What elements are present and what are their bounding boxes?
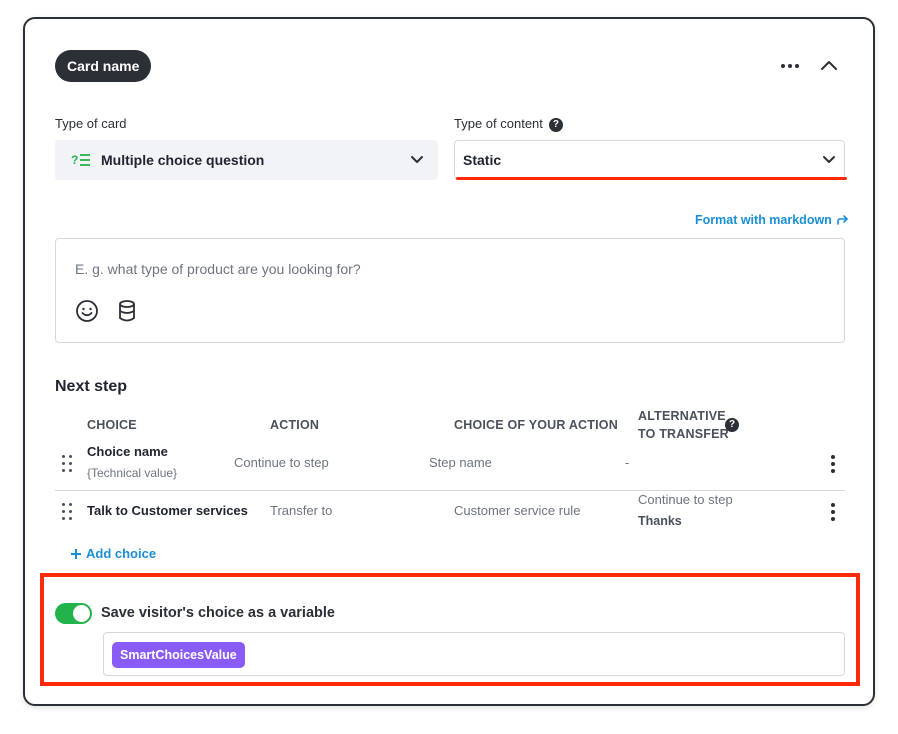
highlight-box <box>40 573 860 686</box>
format-markdown-label: Format with markdown <box>695 213 832 227</box>
chevron-down-icon <box>823 156 835 163</box>
type-of-card-select[interactable]: ? Multiple choice question <box>55 140 438 180</box>
help-icon[interactable]: ? <box>725 418 739 432</box>
row1-menu-button[interactable] <box>830 455 836 473</box>
plus-icon <box>71 548 81 559</box>
drag-handle-icon[interactable] <box>62 455 74 473</box>
svg-text:?: ? <box>71 153 78 167</box>
type-of-content-select[interactable]: Static <box>454 140 845 180</box>
next-step-title: Next step <box>55 378 128 395</box>
chevron-up-icon[interactable] <box>818 55 840 77</box>
row1-technical-value: {Technical value} <box>87 466 178 480</box>
multiple-choice-icon: ? <box>71 153 90 167</box>
highlight-underline <box>456 177 847 180</box>
add-choice-button[interactable]: Add choice <box>70 546 156 561</box>
type-of-card-label: Type of card <box>55 116 127 131</box>
chevron-down-icon <box>411 156 423 163</box>
row1-choice-of-action[interactable]: Step name <box>429 455 492 470</box>
row1-alternative: - <box>625 455 630 470</box>
help-icon[interactable]: ? <box>548 117 563 132</box>
row2-action[interactable]: Transfer to <box>270 503 332 518</box>
emoji-icon[interactable] <box>75 299 99 323</box>
dot <box>781 64 785 68</box>
dot <box>788 64 792 68</box>
arrow-forward-icon <box>837 215 848 225</box>
message-textarea[interactable]: E. g. what type of product are you looki… <box>55 238 845 343</box>
row1-choice[interactable]: Choice name <box>87 444 168 459</box>
row2-alternative-action[interactable]: Continue to step <box>638 492 733 507</box>
dot <box>795 64 799 68</box>
type-of-content-label: Type of content? <box>454 116 563 132</box>
header-alternative-line2: TO TRANSFER <box>638 427 729 441</box>
row2-choice[interactable]: Talk to Customer services <box>87 503 248 518</box>
row1-action[interactable]: Continue to step <box>234 455 329 470</box>
type-of-content-value: Static <box>463 152 502 168</box>
database-icon[interactable] <box>117 299 137 323</box>
drag-handle-icon[interactable] <box>62 503 74 521</box>
row-divider <box>55 490 845 491</box>
card-name-badge[interactable]: Card name <box>55 50 152 82</box>
row2-choice-of-action[interactable]: Customer service rule <box>454 503 580 518</box>
type-of-card-value: Multiple choice question <box>101 152 265 168</box>
header-alternative: ALTERNATIVE TO TRANSFER <box>638 407 729 443</box>
row2-menu-button[interactable] <box>830 503 836 521</box>
header-alternative-line1: ALTERNATIVE <box>638 409 726 423</box>
header-action: ACTION <box>270 418 320 432</box>
row2-alternative-value[interactable]: Thanks <box>638 514 682 528</box>
more-options-button[interactable] <box>779 57 801 75</box>
format-markdown-link[interactable]: Format with markdown <box>695 213 850 227</box>
type-of-content-label-text: Type of content <box>454 116 543 131</box>
header-choice: CHOICE <box>87 418 137 432</box>
header-choice-of-action: CHOICE OF YOUR ACTION <box>454 418 618 432</box>
add-choice-label: Add choice <box>86 546 157 561</box>
message-placeholder: E. g. what type of product are you looki… <box>75 261 361 277</box>
